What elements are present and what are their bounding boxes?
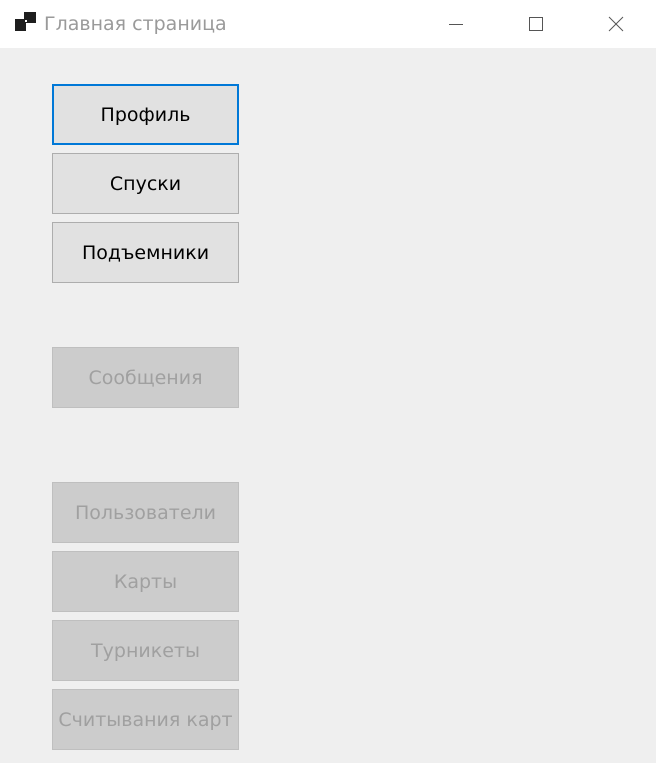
minimize-button[interactable]: [416, 0, 496, 48]
messages-button[interactable]: Сообщения: [52, 347, 239, 408]
cards-button[interactable]: Карты: [52, 551, 239, 612]
window-title: Главная страница: [44, 13, 227, 35]
main-window: Главная страница Профиль Спуски Подъемни…: [0, 0, 656, 763]
profile-button[interactable]: Профиль: [52, 84, 239, 145]
users-button[interactable]: Пользователи: [52, 482, 239, 543]
app-icon: [15, 12, 36, 31]
title-bar[interactable]: Главная страница: [0, 0, 656, 48]
close-icon: [608, 16, 624, 32]
turnstiles-button[interactable]: Турникеты: [52, 620, 239, 681]
descents-button[interactable]: Спуски: [52, 153, 239, 214]
lifts-button[interactable]: Подъемники: [52, 222, 239, 283]
maximize-button[interactable]: [496, 0, 576, 48]
card-reads-button[interactable]: Считывания карт: [52, 689, 239, 750]
maximize-icon: [529, 17, 543, 31]
minimize-icon: [449, 24, 463, 25]
main-panel: Профиль Спуски Подъемники Сообщения Поль…: [0, 48, 656, 763]
close-button[interactable]: [576, 0, 656, 48]
